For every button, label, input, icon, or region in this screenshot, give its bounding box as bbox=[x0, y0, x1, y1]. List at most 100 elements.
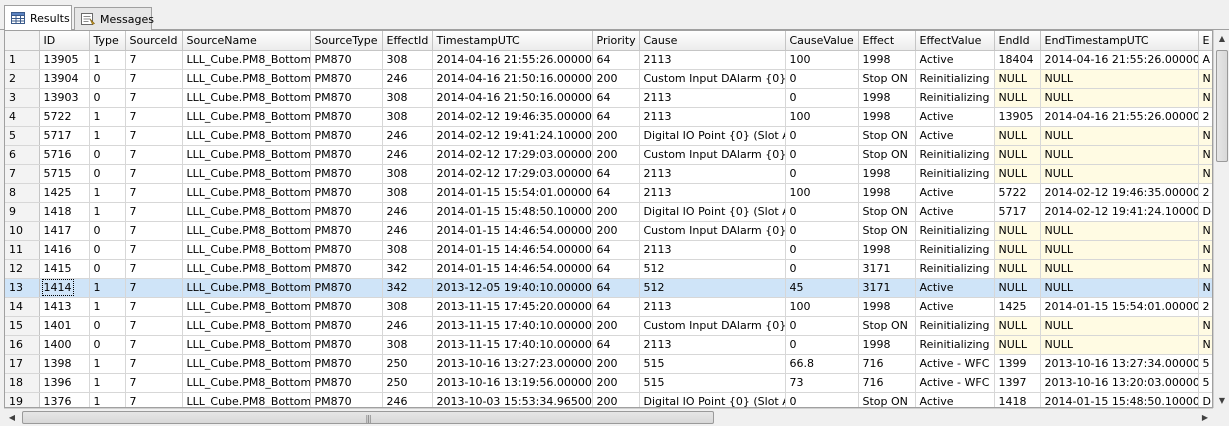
effect-value-cell[interactable]: Active bbox=[915, 297, 995, 317]
effect-cell[interactable]: Stop ON bbox=[858, 392, 916, 407]
effect-id-cell[interactable]: 246 bbox=[382, 126, 433, 146]
column-header[interactable]: TimestampUTC bbox=[432, 31, 593, 51]
table-row[interactable]: 2 13904 0 7 LLL_Cube.PM8_Bottom PM870 246 2014-… bbox=[5, 69, 1212, 89]
id-cell[interactable]: 1415 bbox=[39, 259, 90, 279]
source-type-cell[interactable]: PM870 bbox=[310, 126, 383, 146]
source-id-cell[interactable]: 7 bbox=[125, 316, 183, 336]
id-cell[interactable]: 1413 bbox=[39, 297, 90, 317]
source-id-cell[interactable]: 7 bbox=[125, 354, 183, 374]
table-row[interactable]: 1 13905 1 7 LLL_Cube.PM8_Bottom PM870 308 2014-… bbox=[5, 50, 1212, 70]
effect-value-cell[interactable]: Active bbox=[915, 278, 995, 298]
column-header[interactable]: EffectValue bbox=[915, 31, 995, 51]
row-number-cell[interactable]: 3 bbox=[5, 88, 40, 108]
effect-cell[interactable]: 3171 bbox=[858, 278, 916, 298]
effect-value-cell[interactable]: Reinitializing bbox=[915, 335, 995, 355]
priority-cell[interactable]: 64 bbox=[592, 335, 640, 355]
e-cell[interactable]: N bbox=[1198, 69, 1212, 89]
row-number-cell[interactable]: 1 bbox=[5, 50, 40, 70]
id-cell[interactable]: 1418 bbox=[39, 202, 90, 222]
horizontal-scroll-thumb[interactable]: ||| bbox=[22, 411, 714, 424]
column-header[interactable]: SourceId bbox=[125, 31, 183, 51]
timestamp-utc-cell[interactable]: 2014-01-15 14:46:54.0000000 bbox=[432, 240, 593, 260]
vertical-scrollbar[interactable]: ▲ ▼ bbox=[1213, 30, 1229, 408]
effect-value-cell[interactable]: Reinitializing bbox=[915, 221, 995, 241]
priority-cell[interactable]: 64 bbox=[592, 183, 640, 203]
effect-cell[interactable]: 1998 bbox=[858, 164, 916, 184]
priority-cell[interactable]: 64 bbox=[592, 240, 640, 260]
type-cell[interactable]: 0 bbox=[89, 316, 126, 336]
cause-cell[interactable]: Digital IO Point {0} (Slot A)I8 bbox=[639, 392, 786, 407]
end-id-cell[interactable]: NULL bbox=[994, 316, 1041, 336]
column-header[interactable]: EndId bbox=[994, 31, 1041, 51]
cause-cell[interactable]: Custom Input DAlarm {0}I06 bbox=[639, 145, 786, 165]
id-cell[interactable]: 1400 bbox=[39, 335, 90, 355]
effect-id-cell[interactable]: 308 bbox=[382, 183, 433, 203]
source-name-cell[interactable]: LLL_Cube.PM8_Bottom bbox=[182, 297, 311, 317]
source-type-cell[interactable]: PM870 bbox=[310, 164, 383, 184]
id-cell[interactable]: 5715 bbox=[39, 164, 90, 184]
id-cell[interactable]: 5716 bbox=[39, 145, 90, 165]
effect-id-cell[interactable]: 246 bbox=[382, 69, 433, 89]
source-id-cell[interactable]: 7 bbox=[125, 107, 183, 127]
table-row[interactable]: 6 5716 0 7 LLL_Cube.PM8_Bottom PM870 246 2014-0… bbox=[5, 145, 1212, 165]
end-timestamp-utc-cell[interactable]: NULL bbox=[1040, 335, 1199, 355]
e-cell[interactable]: N bbox=[1198, 221, 1212, 241]
cause-cell[interactable]: 515 bbox=[639, 373, 786, 393]
end-timestamp-utc-cell[interactable]: NULL bbox=[1040, 221, 1199, 241]
e-cell[interactable]: D bbox=[1198, 392, 1212, 407]
source-id-cell[interactable]: 7 bbox=[125, 145, 183, 165]
cause-cell[interactable]: Digital IO Point {0} (Slot A)I8 bbox=[639, 202, 786, 222]
type-cell[interactable]: 1 bbox=[89, 50, 126, 70]
table-row[interactable]: 9 1418 1 7 LLL_Cube.PM8_Bottom PM870 246 2014-0… bbox=[5, 202, 1212, 222]
effect-value-cell[interactable]: Active bbox=[915, 392, 995, 407]
source-id-cell[interactable]: 7 bbox=[125, 126, 183, 146]
row-number-cell[interactable]: 4 bbox=[5, 107, 40, 127]
effect-value-cell[interactable]: Reinitializing bbox=[915, 240, 995, 260]
priority-cell[interactable]: 200 bbox=[592, 354, 640, 374]
cause-value-cell[interactable]: 100 bbox=[785, 107, 859, 127]
end-timestamp-utc-cell[interactable]: NULL bbox=[1040, 69, 1199, 89]
cause-value-cell[interactable]: 0 bbox=[785, 145, 859, 165]
source-id-cell[interactable]: 7 bbox=[125, 88, 183, 108]
source-id-cell[interactable]: 7 bbox=[125, 240, 183, 260]
source-type-cell[interactable]: PM870 bbox=[310, 107, 383, 127]
timestamp-utc-cell[interactable]: 2014-02-12 19:46:35.0000000 bbox=[432, 107, 593, 127]
effect-id-cell[interactable]: 308 bbox=[382, 240, 433, 260]
type-cell[interactable]: 0 bbox=[89, 164, 126, 184]
effect-cell[interactable]: 716 bbox=[858, 354, 916, 374]
source-type-cell[interactable]: PM870 bbox=[310, 69, 383, 89]
cause-value-cell[interactable]: 0 bbox=[785, 221, 859, 241]
end-timestamp-utc-cell[interactable]: 2013-10-16 13:20:03.0000000 bbox=[1040, 373, 1199, 393]
source-name-cell[interactable]: LLL_Cube.PM8_Bottom bbox=[182, 240, 311, 260]
cause-cell[interactable]: 2113 bbox=[639, 240, 786, 260]
end-timestamp-utc-cell[interactable]: NULL bbox=[1040, 259, 1199, 279]
source-name-cell[interactable]: LLL_Cube.PM8_Bottom bbox=[182, 69, 311, 89]
id-cell[interactable]: 1417 bbox=[39, 221, 90, 241]
source-type-cell[interactable]: PM870 bbox=[310, 392, 383, 407]
source-type-cell[interactable]: PM870 bbox=[310, 221, 383, 241]
e-cell[interactable]: N bbox=[1198, 259, 1212, 279]
timestamp-utc-cell[interactable]: 2014-04-16 21:50:16.0000000 bbox=[432, 88, 593, 108]
cause-cell[interactable]: 512 bbox=[639, 259, 786, 279]
type-cell[interactable]: 0 bbox=[89, 240, 126, 260]
effect-id-cell[interactable]: 308 bbox=[382, 335, 433, 355]
cause-cell[interactable]: 2113 bbox=[639, 335, 786, 355]
column-header[interactable]: EffectId bbox=[382, 31, 433, 51]
source-type-cell[interactable]: PM870 bbox=[310, 335, 383, 355]
source-name-cell[interactable]: LLL_Cube.PM8_Bottom bbox=[182, 145, 311, 165]
arrow-up-icon[interactable]: ▲ bbox=[1214, 30, 1229, 46]
type-cell[interactable]: 1 bbox=[89, 278, 126, 298]
cause-value-cell[interactable]: 0 bbox=[785, 240, 859, 260]
type-cell[interactable]: 1 bbox=[89, 354, 126, 374]
arrow-right-icon[interactable]: ▶ bbox=[1197, 409, 1213, 426]
id-cell[interactable]: 13904 bbox=[39, 69, 90, 89]
source-name-cell[interactable]: LLL_Cube.PM8_Bottom bbox=[182, 202, 311, 222]
end-timestamp-utc-cell[interactable]: 2014-01-15 15:48:50.1000000 bbox=[1040, 392, 1199, 407]
timestamp-utc-cell[interactable]: 2014-01-15 14:46:54.0000000 bbox=[432, 259, 593, 279]
end-timestamp-utc-cell[interactable]: 2014-04-16 21:55:26.0000000 bbox=[1040, 107, 1199, 127]
row-number-cell[interactable]: 16 bbox=[5, 335, 40, 355]
cause-value-cell[interactable]: 0 bbox=[785, 126, 859, 146]
source-name-cell[interactable]: LLL_Cube.PM8_Bottom bbox=[182, 278, 311, 298]
e-cell[interactable]: N bbox=[1198, 240, 1212, 260]
id-cell[interactable]: 1401 bbox=[39, 316, 90, 336]
